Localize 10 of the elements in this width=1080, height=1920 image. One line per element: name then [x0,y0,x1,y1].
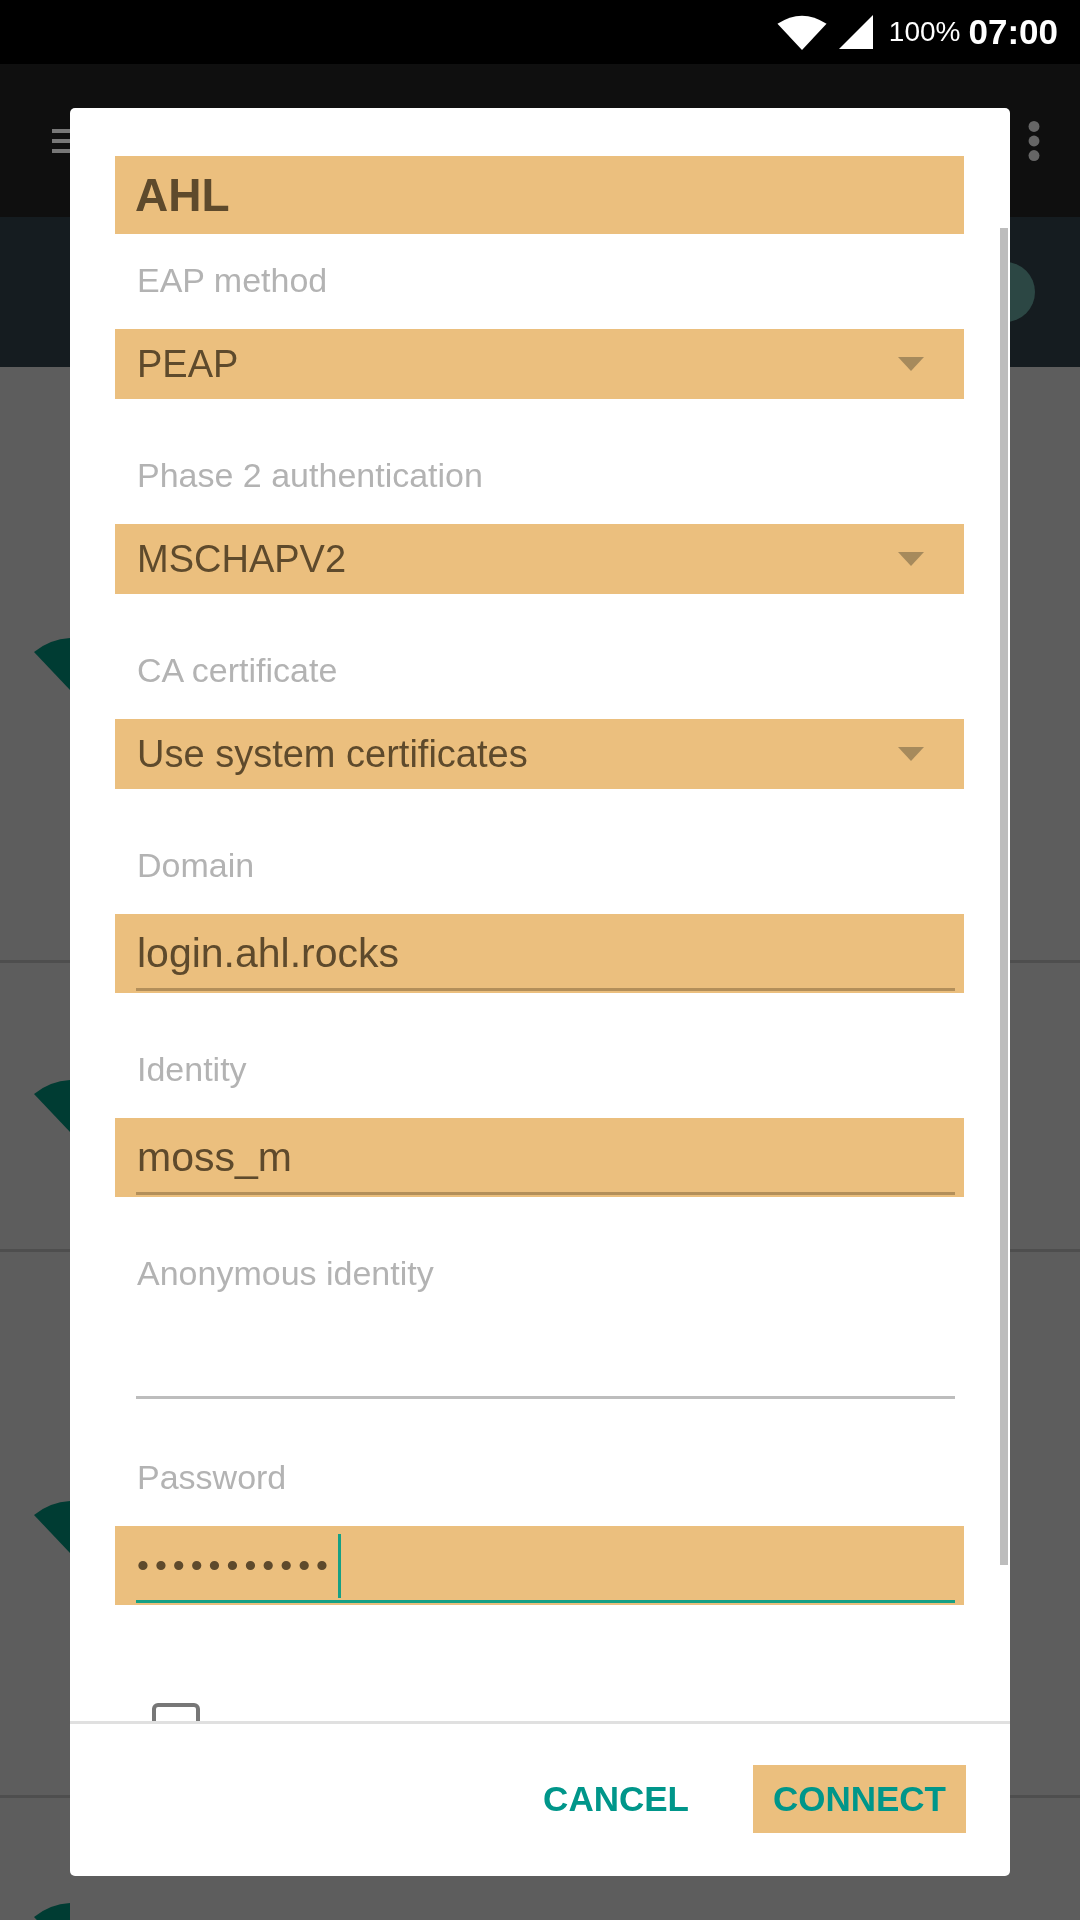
field-label: CA certificate [136,650,339,691]
field-label: Domain [136,845,256,886]
field-label: EAP method [136,260,329,301]
dialog-title: AHL [115,156,964,234]
field-label: Password [136,1457,288,1498]
field-label: Phase 2 authentication [136,455,484,496]
clock: 07:00 [968,12,1058,52]
field-label: Anonymous identity [136,1253,435,1294]
battery-level: 100% [888,16,961,48]
field-label: Identity [136,1049,248,1090]
